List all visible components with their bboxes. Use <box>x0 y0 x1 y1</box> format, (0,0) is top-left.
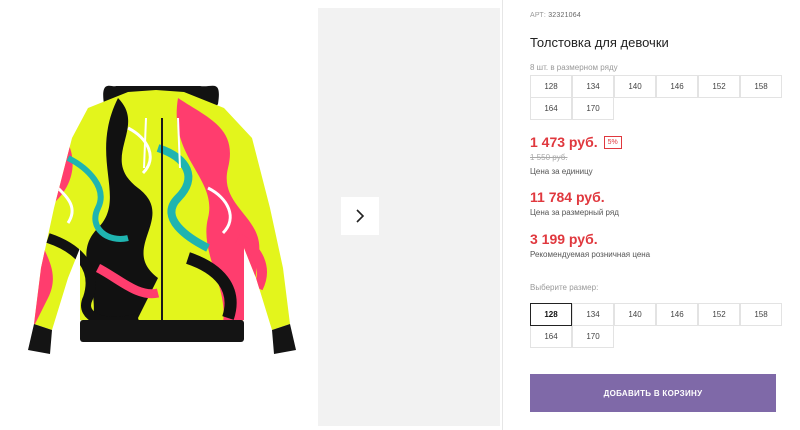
pack-price-label: Цена за размерный ряд <box>530 208 619 217</box>
pack-note: 8 шт. в размерном ряду <box>530 63 618 72</box>
sku-label: АРТ: <box>530 12 547 19</box>
size-option-170[interactable]: 170 <box>572 325 614 348</box>
product-sku: АРТ: 32321064 <box>530 12 581 19</box>
retail-price: 3 199 руб. <box>530 231 598 247</box>
size-select-grid: 128 134 140 146 152 158 164 170 <box>530 303 782 348</box>
size-option-140[interactable]: 140 <box>614 303 656 326</box>
panel-divider <box>502 0 503 430</box>
product-gallery <box>0 0 500 430</box>
size-option-134[interactable]: 134 <box>572 303 614 326</box>
pack-size-cell: 134 <box>572 75 614 98</box>
gallery-next-button[interactable] <box>341 197 379 235</box>
pack-size-cell: 170 <box>572 97 614 120</box>
pack-size-cell: 128 <box>530 75 572 98</box>
pack-size-cell: 152 <box>698 75 740 98</box>
size-option-164[interactable]: 164 <box>530 325 572 348</box>
discount-badge: 5% <box>603 135 622 149</box>
pack-size-cell: 140 <box>614 75 656 98</box>
pack-size-cell: 158 <box>740 75 782 98</box>
pack-price: 11 784 руб. <box>530 189 605 205</box>
pack-size-grid: 128 134 140 146 152 158 164 170 <box>530 75 782 120</box>
size-option-128[interactable]: 128 <box>530 303 572 326</box>
size-option-146[interactable]: 146 <box>656 303 698 326</box>
size-option-158[interactable]: 158 <box>740 303 782 326</box>
unit-price-row: 1 473 руб. 5% <box>530 134 622 150</box>
pack-size-cell: 164 <box>530 97 572 120</box>
sku-value: 32321064 <box>548 12 581 19</box>
hoodie-illustration <box>28 85 296 354</box>
old-price: 1 550 руб. <box>530 153 568 162</box>
pack-size-cell: 146 <box>656 75 698 98</box>
size-select-label: Выберите размер: <box>530 283 599 292</box>
retail-price-label: Рекомендуемая розничная цена <box>530 250 651 259</box>
unit-price-label: Цена за единицу <box>530 167 593 176</box>
add-to-cart-button[interactable]: ДОБАВИТЬ В КОРЗИНУ <box>530 374 776 412</box>
unit-price: 1 473 руб. <box>530 134 598 150</box>
chevron-right-icon <box>356 209 365 223</box>
size-option-152[interactable]: 152 <box>698 303 740 326</box>
product-main-image[interactable] <box>8 8 316 426</box>
product-title: Толстовка для девочки <box>530 35 669 50</box>
